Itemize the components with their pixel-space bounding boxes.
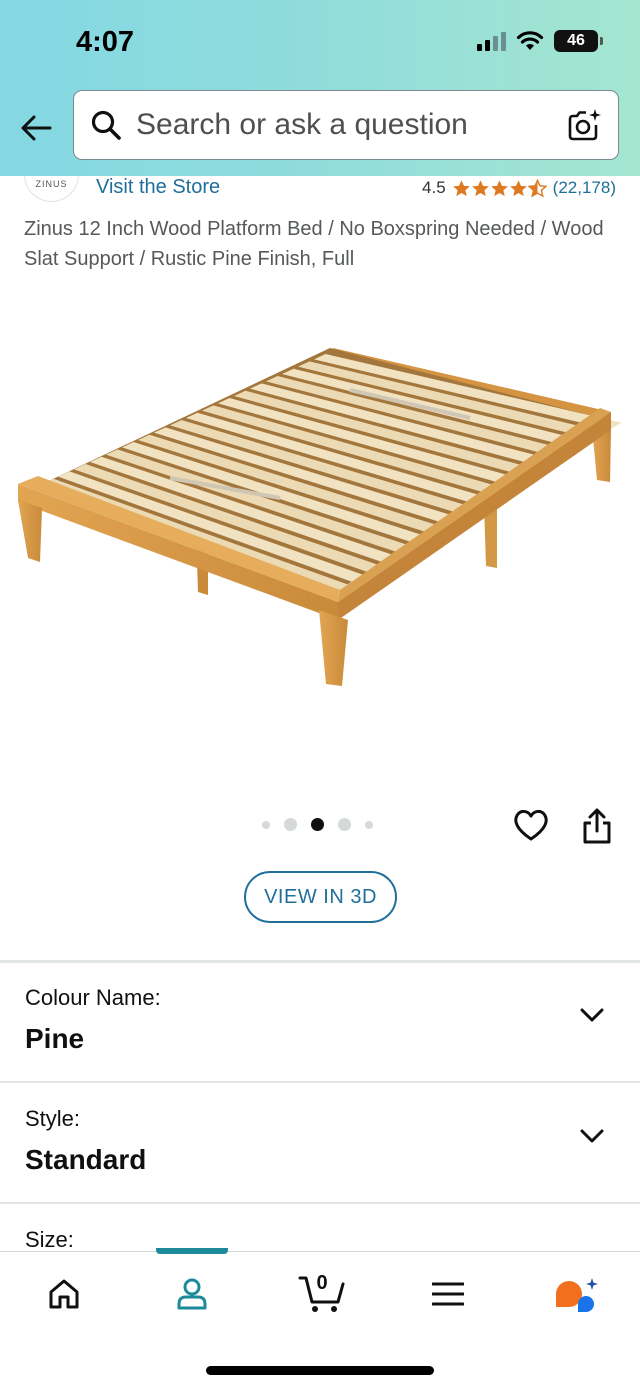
star-full-icon (490, 179, 508, 196)
chevron-down-icon (580, 1008, 604, 1022)
carousel-dot[interactable] (284, 818, 297, 831)
image-carousel-dots[interactable] (262, 818, 373, 831)
star-half-icon (527, 178, 547, 198)
search-icon (91, 110, 121, 140)
colour-name-selector[interactable]: Colour Name: Pine (0, 963, 640, 1083)
review-count[interactable]: (22,178) (553, 178, 616, 198)
status-icons: 46 (477, 30, 603, 52)
wifi-icon (516, 31, 544, 50)
carousel-dot-active[interactable] (311, 818, 324, 831)
option-label: Size: (25, 1227, 74, 1252)
carousel-dot[interactable] (262, 820, 270, 829)
star-rating (452, 178, 547, 198)
option-label: Style: (25, 1106, 81, 1131)
battery-indicator: 46 (554, 30, 603, 52)
home-icon (49, 1279, 79, 1309)
carousel-dot[interactable] (365, 820, 373, 829)
menu-icon (432, 1282, 464, 1306)
search-input[interactable] (136, 95, 546, 155)
star-full-icon (452, 179, 470, 196)
status-time: 4:07 (76, 26, 135, 58)
chevron-down-icon (580, 1129, 604, 1143)
option-value: Standard (25, 1144, 147, 1175)
home-indicator (206, 1366, 434, 1375)
nav-home[interactable] (34, 1270, 94, 1318)
style-selector[interactable]: Style: Standard (0, 1084, 640, 1204)
active-tab-indicator (156, 1248, 228, 1254)
product-title: Zinus 12 Inch Wood Platform Bed / No Box… (24, 218, 604, 270)
carousel-dot[interactable] (338, 818, 351, 831)
nav-cart[interactable]: 0 (290, 1270, 354, 1318)
camera-search-icon[interactable] (566, 107, 602, 143)
rating-row[interactable]: 4.5 (22,178) (422, 178, 616, 198)
share-icon[interactable] (580, 806, 614, 846)
product-page: 4:07 46 Search or ask a question ZINUS V… (0, 0, 640, 1386)
bottom-nav-bar: 0 (0, 1248, 640, 1386)
cellular-signal-icon (477, 31, 506, 51)
product-image[interactable] (0, 300, 640, 780)
account-icon (177, 1278, 207, 1310)
rating-value: 4.5 (422, 178, 446, 197)
star-full-icon (509, 179, 527, 196)
nav-menu[interactable] (418, 1270, 478, 1318)
search-bar[interactable] (73, 90, 619, 160)
cart-count: 0 (316, 1272, 328, 1294)
star-full-icon (471, 179, 489, 196)
header: 4:07 46 (0, 0, 640, 176)
option-label: Colour Name: (25, 985, 161, 1010)
rufus-assistant-icon (556, 1278, 598, 1312)
visit-store-link[interactable]: Visit the Store (96, 176, 220, 199)
store-logo-text: ZINUS (35, 179, 68, 189)
option-value: Pine (25, 1023, 85, 1054)
back-arrow-icon[interactable] (16, 108, 56, 148)
view-in-3d-button[interactable]: VIEW IN 3D (244, 871, 397, 923)
nav-rufus[interactable] (546, 1270, 606, 1318)
nav-account[interactable] (162, 1270, 222, 1318)
heart-icon[interactable] (512, 806, 550, 844)
